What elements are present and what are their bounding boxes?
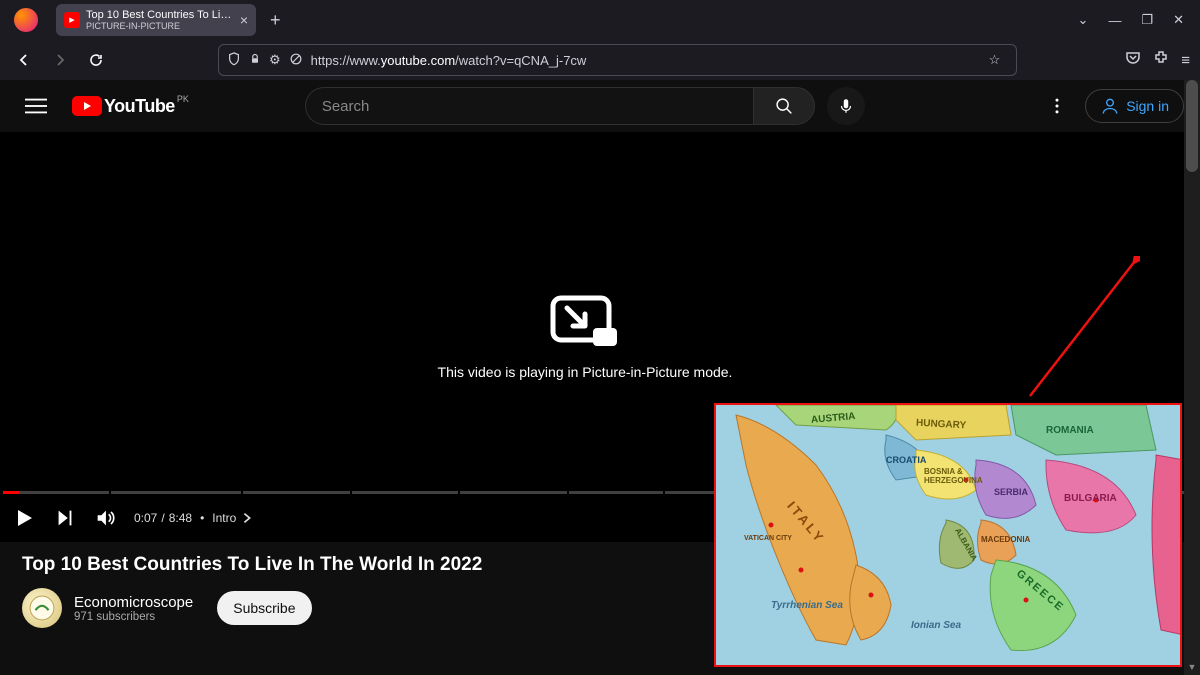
pip-window[interactable]: AUSTRIA HUNGARY ROMANIA CROATIA BOSNIA &… (714, 403, 1182, 667)
youtube-play-icon (72, 96, 102, 116)
maximize-button[interactable]: ❐ (1141, 12, 1153, 28)
tab-close-icon[interactable]: × (240, 12, 248, 28)
scrollbar[interactable]: ▼ (1184, 80, 1200, 675)
map-label: ROMANIA (1046, 425, 1094, 436)
channel-name[interactable]: Economicroscope (74, 594, 193, 611)
subscriber-count: 971 subscribers (74, 611, 193, 623)
map-sea-label: Ionian Sea (911, 620, 961, 631)
signin-button[interactable]: Sign in (1085, 89, 1184, 123)
tab-title: Top 10 Best Countries To Live I… (86, 9, 234, 21)
map-label: SERBIA (994, 487, 1028, 497)
youtube-logo[interactable]: YouTube PK (72, 96, 175, 117)
play-button[interactable] (12, 506, 36, 530)
youtube-header: YouTube PK Search Sign in (0, 80, 1200, 132)
volume-button[interactable] (94, 507, 116, 529)
map-label: CROATIA (886, 455, 926, 465)
lock-icon[interactable] (249, 53, 261, 68)
map-label: BOSNIA & HERZEGOVINA (924, 467, 994, 485)
app-menu-icon[interactable]: ≡ (1181, 52, 1190, 69)
scroll-down-icon[interactable]: ▼ (1184, 659, 1200, 675)
guide-menu-button[interactable] (16, 86, 56, 126)
search-input[interactable]: Search (305, 87, 753, 125)
url-text: https://www.youtube.com/watch?v=qCNA_j-7… (311, 53, 989, 68)
pip-message: This video is playing in Picture-in-Pict… (438, 364, 733, 380)
subscribe-button[interactable]: Subscribe (217, 591, 311, 625)
extensions-icon[interactable] (1153, 50, 1169, 70)
voice-search-button[interactable] (827, 87, 865, 125)
signin-label: Sign in (1126, 98, 1169, 114)
next-button[interactable] (54, 507, 76, 529)
browser-tab[interactable]: Top 10 Best Countries To Live I… PICTURE… (56, 4, 256, 36)
permissions-icon[interactable]: ⚙ (269, 52, 281, 68)
youtube-favicon-icon (64, 12, 80, 28)
settings-menu-button[interactable] (1037, 86, 1077, 126)
reload-button[interactable] (82, 46, 110, 74)
firefox-icon (14, 8, 38, 32)
url-bar[interactable]: ⚙ https://www.youtube.com/watch?v=qCNA_j… (218, 44, 1017, 76)
forward-button[interactable] (46, 46, 74, 74)
pocket-icon[interactable] (1125, 50, 1141, 70)
pip-icon (549, 294, 621, 350)
chevron-down-icon[interactable]: ⌄ (1078, 12, 1089, 28)
time-display: 0:07/8:48 • Intro (134, 511, 254, 525)
minimize-button[interactable]: — (1108, 13, 1121, 28)
map-label: VATICAN CITY (744, 535, 792, 542)
map-sea-label: Tyrrhenian Sea (771, 600, 843, 611)
channel-avatar[interactable] (22, 588, 62, 628)
youtube-logo-text: YouTube (104, 96, 175, 117)
region-code: PK (177, 94, 189, 104)
tab-subtitle: PICTURE-IN-PICTURE (86, 21, 234, 31)
bookmark-icon[interactable]: ☆ (989, 52, 1001, 68)
scrollbar-thumb[interactable] (1186, 80, 1198, 172)
map-label: BULGARIA (1064, 493, 1117, 504)
back-button[interactable] (10, 46, 38, 74)
map-label: MACEDONIA (981, 535, 1030, 544)
chapter-label[interactable]: Intro (212, 511, 236, 525)
close-window-button[interactable]: ✕ (1173, 12, 1184, 28)
tracking-icon[interactable] (289, 52, 303, 69)
search-button[interactable] (753, 87, 815, 125)
shield-icon[interactable] (227, 52, 241, 69)
new-tab-button[interactable]: + (270, 10, 281, 31)
